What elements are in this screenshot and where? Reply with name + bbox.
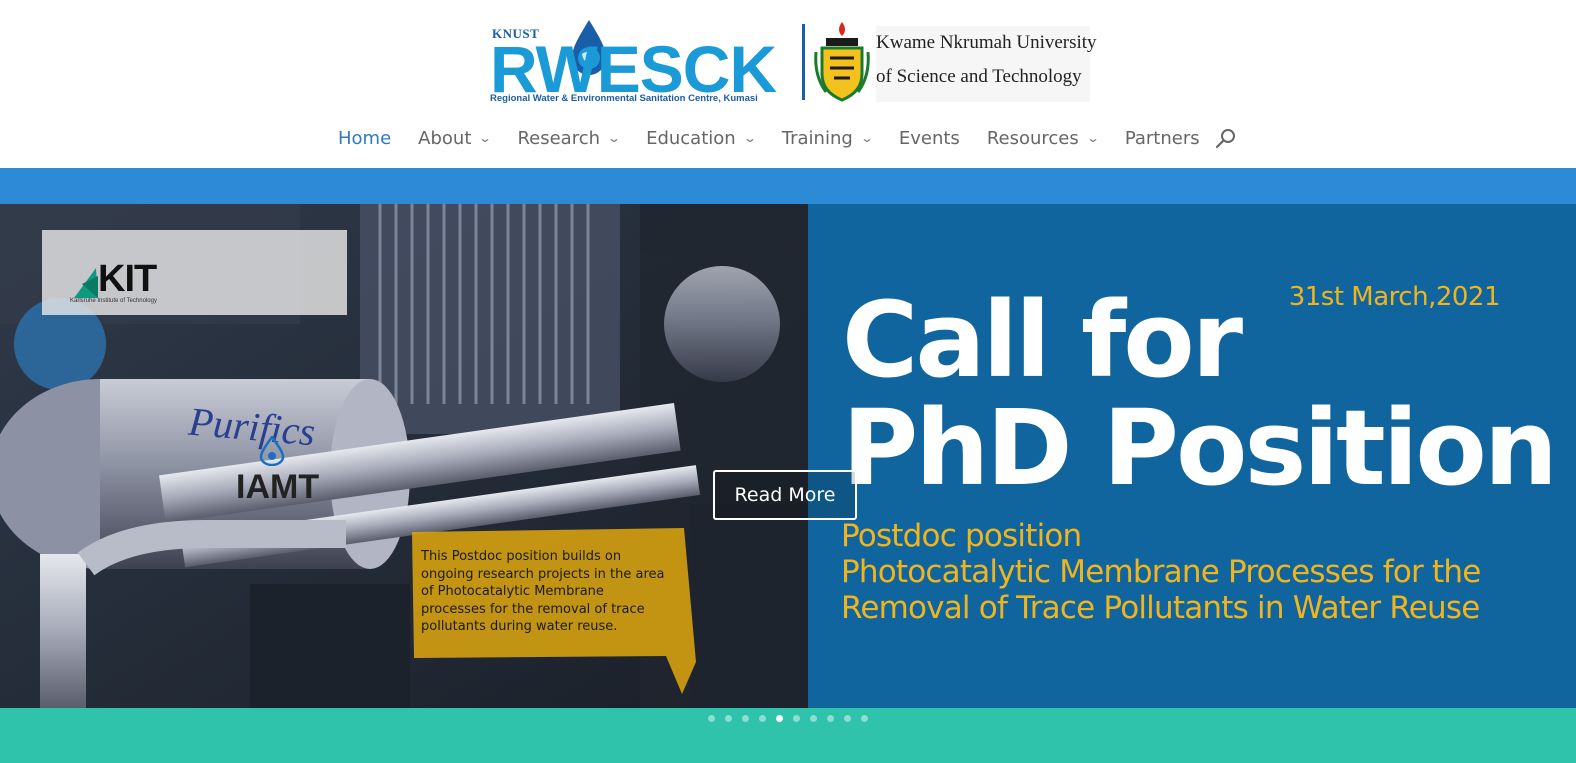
chevron-down-icon: ⌄ — [742, 131, 757, 145]
nav-label-training: Training — [781, 127, 853, 149]
university-name-line2: of Science and Technology — [876, 66, 1082, 87]
nav-item-research[interactable]: Research ⌄ — [517, 127, 622, 149]
logo-tagline: Regional Water & Environmental Sanitatio… — [490, 93, 758, 104]
nav-label-education: Education — [646, 127, 736, 149]
slide-subtitle: Postdoc position Photocatalytic Membrane… — [841, 518, 1481, 626]
site-header: KNUST RWESCK Regional Water & Environmen… — [0, 0, 1576, 168]
nav-item-training[interactable]: Training ⌄ — [781, 127, 874, 149]
iamt-drop-icon — [259, 436, 285, 466]
slider-dot[interactable] — [742, 715, 749, 722]
hero-slider: Purifics KIT Karlsruhe Institute of Tech… — [0, 204, 1576, 708]
slider-dot[interactable] — [793, 715, 800, 722]
slider-dot[interactable] — [844, 715, 851, 722]
slider-dot[interactable] — [861, 715, 868, 722]
university-name: Kwame Nkrumah University of Science and … — [876, 26, 1097, 102]
logo-divider — [802, 24, 805, 100]
chevron-down-icon: ⌄ — [1085, 131, 1100, 145]
slider-dot[interactable] — [810, 715, 817, 722]
read-more-button[interactable]: Read More — [713, 470, 857, 520]
slide-title-line1: Call for — [842, 279, 1243, 401]
search-icon[interactable] — [1215, 128, 1237, 150]
nav-item-about[interactable]: About ⌄ — [418, 127, 493, 149]
callout-text: This Postdoc position builds on ongoing … — [421, 549, 665, 634]
main-nav: Home About ⌄ Research ⌄ Education ⌄ Trainin… — [338, 124, 1227, 152]
slide-subtitle-line2: Photocatalytic Membrane Processes for th… — [841, 554, 1481, 590]
kit-logo-icon — [74, 268, 98, 298]
slider-dot[interactable] — [827, 715, 834, 722]
nav-item-home[interactable]: Home — [338, 128, 391, 149]
slider-pagination — [708, 715, 878, 722]
nav-item-events[interactable]: Events — [899, 128, 960, 149]
slider-dot[interactable] — [725, 715, 732, 722]
nav-label-about: About — [418, 127, 472, 149]
nav-item-resources[interactable]: Resources ⌄ — [986, 127, 1100, 149]
slider-dot[interactable] — [759, 715, 766, 722]
nav-label-research: Research — [517, 127, 601, 149]
nav-label-home: Home — [338, 127, 392, 149]
chevron-down-icon: ⌄ — [607, 131, 622, 145]
slide-title-line2: PhD Position — [842, 387, 1558, 509]
chevron-down-icon: ⌄ — [478, 131, 493, 145]
nav-item-education[interactable]: Education ⌄ — [646, 127, 757, 149]
nav-label-events: Events — [898, 127, 960, 149]
slider-dot[interactable] — [708, 715, 715, 722]
university-crest-icon — [814, 22, 870, 102]
nav-label-resources: Resources — [986, 127, 1079, 149]
site-logo[interactable]: KNUST RWESCK Regional Water & Environmen… — [490, 14, 1097, 106]
slide-subtitle-line1: Postdoc position — [841, 518, 1082, 554]
kit-logo: KIT — [98, 258, 157, 300]
slider-dot[interactable] — [776, 715, 783, 722]
nav-item-partners[interactable]: Partners — [1125, 128, 1200, 149]
accent-strip — [0, 168, 1576, 204]
university-name-line1: Kwame Nkrumah University — [876, 32, 1097, 53]
iamt-logo: IAMT — [236, 468, 320, 506]
slide-title: Call for PhD Position — [842, 279, 1558, 509]
nav-label-partners: Partners — [1124, 127, 1200, 149]
slide-subtitle-line3: Removal of Trace Pollutants in Water Reu… — [841, 590, 1480, 626]
chevron-down-icon: ⌄ — [859, 131, 874, 145]
kit-logo-subtitle: Karlsruhe Institute of Technology — [70, 298, 157, 304]
